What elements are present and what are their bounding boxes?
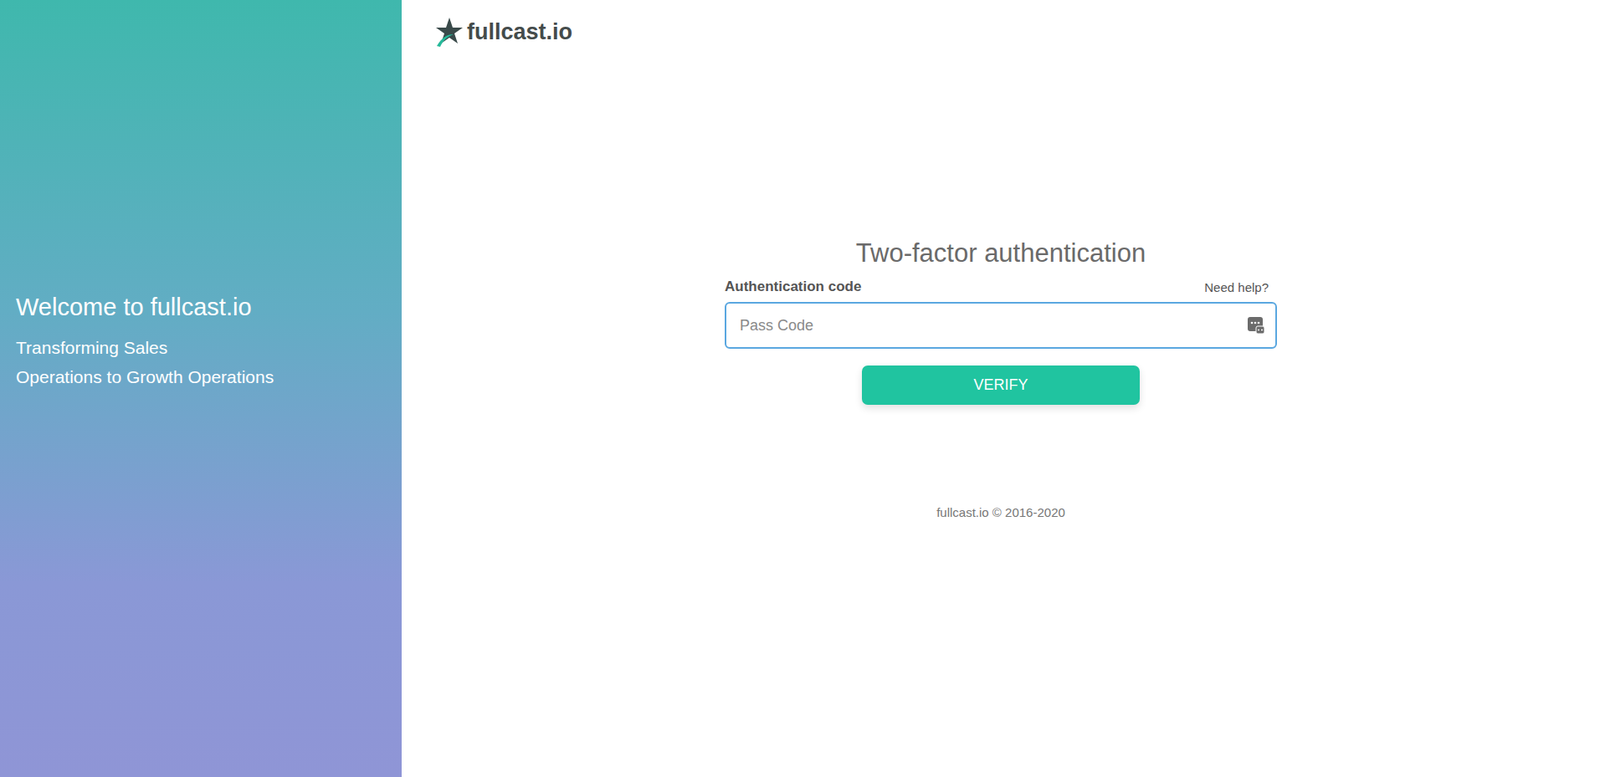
logo-text: fullcast.io [466,19,573,46]
subtitle-line: Transforming Sales [15,333,386,363]
keypad-icon [1246,316,1266,335]
footer-copyright: fullcast.io © 2016-2020 [936,505,1066,520]
star-logo-icon [435,15,464,48]
code-input[interactable] [724,302,1277,349]
main-panel: fullcast.io Two-factor authentication Auth… [401,0,1600,777]
verify-button[interactable]: VERIFY [861,365,1140,406]
welcome-panel: Welcome to fullcast.io Transforming Sales… [0,0,402,777]
code-field [724,302,1277,349]
subtitle-line: Operations to Growth Operations [15,362,386,392]
form-title: Two-factor authentication [856,238,1146,269]
help-link[interactable]: Need help? [1204,280,1269,295]
two-factor-form: Two-factor authentication Authentication … [724,238,1277,520]
login-page: Welcome to fullcast.io Transforming Sales… [0,0,1600,777]
welcome-subtitle: Transforming SalesOperations to Growth O… [15,333,386,392]
label-row: Authentication code Need help? [724,278,1277,296]
code-label: Authentication code [724,278,862,296]
header: fullcast.io [401,0,1600,64]
welcome-title: Welcome to fullcast.io [15,293,386,322]
logo[interactable]: fullcast.io [435,15,573,48]
